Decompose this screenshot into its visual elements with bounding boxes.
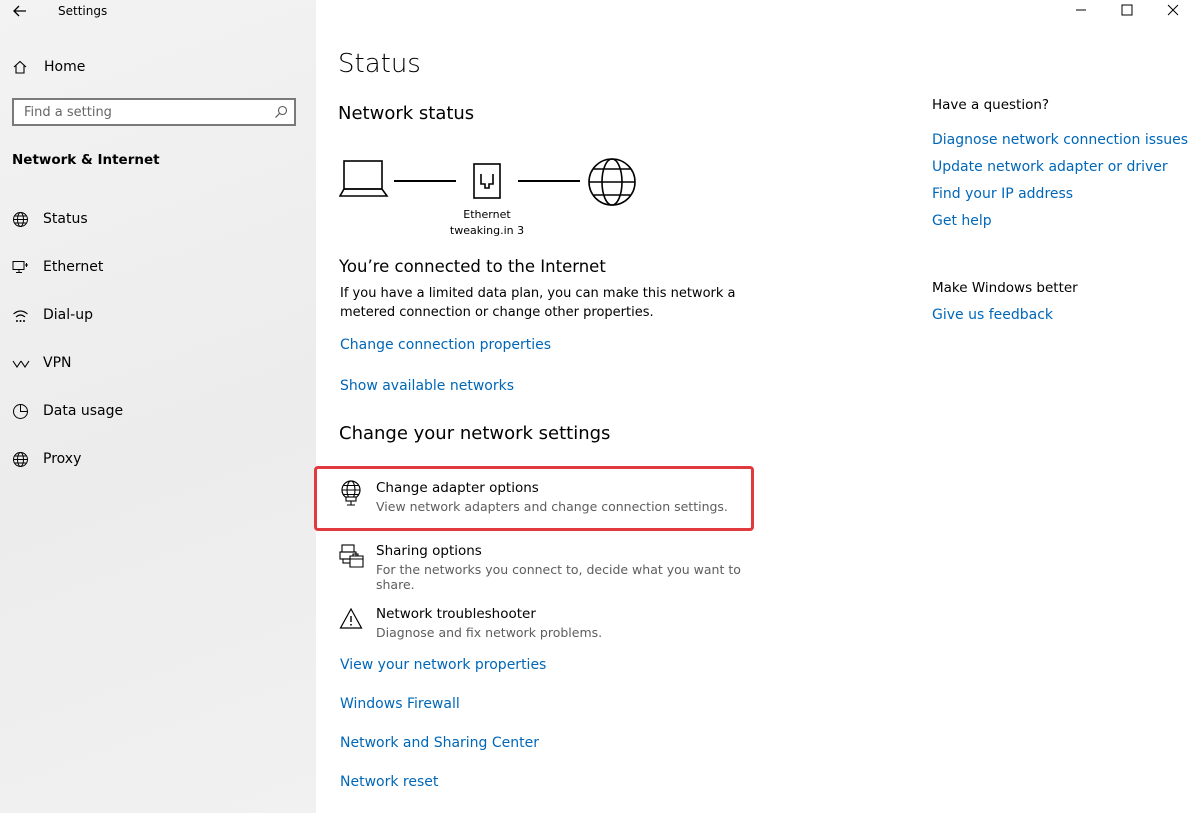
- data-usage-icon: [12, 403, 29, 420]
- feedback-heading: Make Windows better: [932, 280, 1078, 296]
- option-description: For the networks you connect to, decide …: [376, 562, 741, 592]
- sidebar-item-proxy[interactable]: Proxy: [0, 446, 316, 474]
- option-description: View network adapters and change connect…: [376, 499, 728, 514]
- sidebar-item-ethernet[interactable]: Ethernet: [0, 254, 316, 282]
- adapter-label: Ethernet tweaking.in 3: [447, 207, 527, 239]
- connected-heading: You’re connected to the Internet: [339, 257, 606, 276]
- close-icon[interactable]: [1166, 3, 1180, 17]
- sidebar-item-label: Data usage: [43, 403, 124, 419]
- sidebar-item-status[interactable]: Status: [0, 206, 316, 234]
- connected-desc-line: If you have a limited data plan, you can…: [340, 286, 736, 301]
- sharing-options-button[interactable]: Sharing options For the networks you con…: [336, 540, 766, 592]
- ethernet-port-icon: [472, 162, 502, 200]
- sidebar-section-title: Network & Internet: [12, 152, 160, 168]
- change-connection-properties-link[interactable]: Change connection properties: [340, 337, 551, 353]
- option-title: Change adapter options: [376, 480, 539, 496]
- page-title: Status: [338, 49, 421, 79]
- adapter-icon: [339, 480, 363, 506]
- sidebar-item-label: Proxy: [43, 451, 82, 467]
- sidebar-item-label: VPN: [43, 355, 72, 371]
- option-description: Diagnose and fix network problems.: [376, 625, 603, 640]
- sidebar: Settings Home Network & Internet Status …: [0, 0, 316, 813]
- diagnose-link[interactable]: Diagnose network connection issues: [932, 132, 1188, 148]
- adapter-name: Ethernet: [463, 208, 511, 221]
- dialup-icon: [12, 308, 29, 324]
- sidebar-item-label: Dial-up: [43, 307, 93, 323]
- globe-icon: [12, 211, 29, 228]
- search-input[interactable]: [14, 100, 264, 124]
- view-network-properties-link[interactable]: View your network properties: [340, 657, 546, 673]
- connection-line: [518, 180, 580, 182]
- network-troubleshooter-button[interactable]: Network troubleshooter Diagnose and fix …: [336, 603, 766, 649]
- update-adapter-link[interactable]: Update network adapter or driver: [932, 159, 1168, 175]
- window-title: Settings: [58, 4, 108, 18]
- network-status-heading: Network status: [338, 103, 475, 124]
- windows-firewall-link[interactable]: Windows Firewall: [340, 696, 460, 712]
- sidebar-home-label: Home: [44, 59, 86, 75]
- globe-icon: [12, 451, 29, 468]
- ethernet-icon: [12, 260, 29, 276]
- search-box[interactable]: [12, 98, 296, 126]
- give-feedback-link[interactable]: Give us feedback: [932, 307, 1053, 323]
- network-name: tweaking.in 3: [449, 224, 525, 237]
- option-title: Sharing options: [376, 543, 482, 559]
- show-available-networks-link[interactable]: Show available networks: [340, 378, 514, 394]
- network-reset-link[interactable]: Network reset: [340, 774, 438, 790]
- maximize-icon[interactable]: [1120, 3, 1134, 17]
- warning-icon: [339, 607, 363, 631]
- sidebar-item-data-usage[interactable]: Data usage: [0, 398, 316, 426]
- find-ip-link[interactable]: Find your IP address: [932, 186, 1073, 202]
- laptop-icon: [339, 159, 389, 199]
- change-settings-heading: Change your network settings: [339, 423, 611, 444]
- network-sharing-center-link[interactable]: Network and Sharing Center: [340, 735, 539, 751]
- sidebar-item-label: Ethernet: [43, 259, 104, 275]
- connected-desc-line: metered connection or change other prope…: [340, 305, 654, 320]
- sidebar-home[interactable]: Home: [0, 54, 316, 82]
- search-icon[interactable]: [274, 105, 288, 119]
- connected-description: If you have a limited data plan, you can…: [340, 284, 736, 322]
- sidebar-item-vpn[interactable]: VPN: [0, 350, 316, 378]
- change-adapter-options-button[interactable]: Change adapter options View network adap…: [336, 476, 746, 522]
- sidebar-item-dialup[interactable]: Dial-up: [0, 302, 316, 330]
- minimize-icon[interactable]: [1074, 3, 1088, 17]
- question-heading: Have a question?: [932, 97, 1050, 113]
- main-content: Status Network status Ethernet tweaking.…: [314, 0, 1191, 813]
- connection-line: [394, 180, 456, 182]
- get-help-link[interactable]: Get help: [932, 213, 992, 229]
- sharing-icon: [339, 543, 365, 569]
- back-icon[interactable]: [10, 2, 30, 20]
- option-title: Network troubleshooter: [376, 606, 536, 622]
- home-icon: [12, 59, 28, 75]
- internet-globe-icon: [587, 157, 637, 207]
- vpn-icon: [12, 356, 30, 372]
- sidebar-item-label: Status: [43, 211, 88, 227]
